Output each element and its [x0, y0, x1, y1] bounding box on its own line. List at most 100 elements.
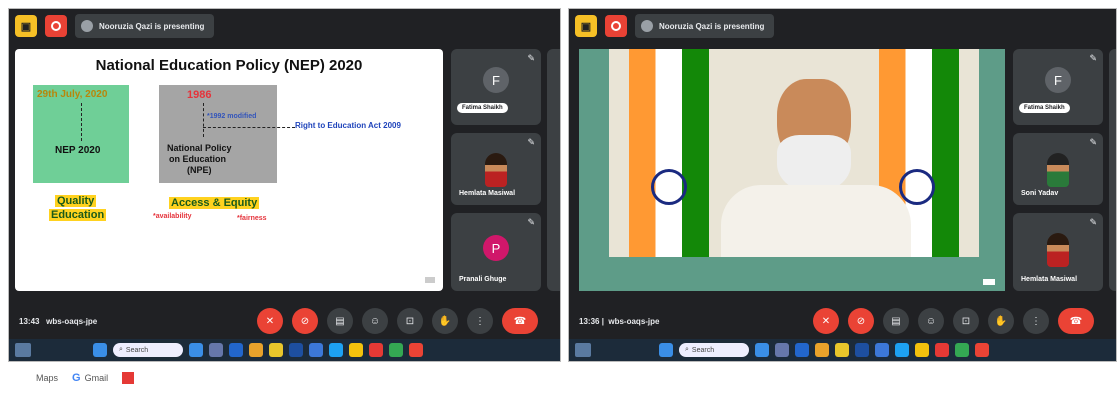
present-button[interactable]: ⊡ — [397, 308, 423, 334]
app-icon[interactable] — [895, 343, 909, 357]
video-frame — [609, 49, 979, 257]
app-icon[interactable] — [309, 343, 323, 357]
control-bar: 13:43 wbs-oaqs-jpe ✕ ⊘ ▤ ☺ ⊡ ✋ ⋮ ☎ — [9, 299, 560, 343]
more-options-button[interactable]: ⋮ — [467, 308, 493, 334]
app-icon[interactable] — [975, 343, 989, 357]
modified-label: *1992 modified — [207, 113, 257, 120]
pin-icon[interactable]: ✎ — [527, 137, 535, 148]
app-icon[interactable] — [389, 343, 403, 357]
emoji-button[interactable]: ☺ — [362, 308, 388, 334]
bookmark-gmail[interactable]: G Gmail — [72, 372, 108, 384]
app-icon[interactable] — [249, 343, 263, 357]
app-icon[interactable] — [229, 343, 243, 357]
avatar: F — [483, 67, 509, 93]
pin-icon[interactable]: ✎ — [527, 217, 535, 228]
app-icon[interactable] — [915, 343, 929, 357]
end-call-button[interactable]: ☎ — [1058, 308, 1094, 334]
control-bar: 13:36 | wbs-oaqs-jpe ✕ ⊘ ▤ ☺ ⊡ ✋ ⋮ ☎ — [569, 299, 1116, 343]
app-icon[interactable] — [835, 343, 849, 357]
app-icon[interactable] — [409, 343, 423, 357]
npe-line-2: on Education — [169, 154, 226, 164]
participant-tile[interactable]: ✎ F Fatima Shaikh — [451, 49, 541, 125]
presenting-chip[interactable]: Nooruzia Qazi is presenting — [75, 14, 215, 38]
raise-hand-button[interactable]: ✋ — [988, 308, 1014, 334]
fairness-label: *fairness — [237, 215, 267, 222]
speaker-body — [721, 185, 911, 257]
avatar: F — [1045, 67, 1071, 93]
weather-icon[interactable] — [575, 343, 591, 357]
taskbar-icons: ⌕ Search — [93, 343, 423, 357]
participant-tile[interactable]: ✎ Hemlata Masiwal — [1013, 213, 1103, 291]
windows-start-icon[interactable] — [659, 343, 673, 357]
camera-off-button[interactable]: ⊘ — [292, 308, 318, 334]
participant-tile[interactable]: ✎ P Pranali Ghuge — [451, 213, 541, 291]
participant-tile[interactable]: ✎ Soni Yadav — [1013, 133, 1103, 205]
app-icon[interactable] — [795, 343, 809, 357]
raise-hand-button[interactable]: ✋ — [432, 308, 458, 334]
pin-icon[interactable]: ✎ — [1089, 53, 1097, 64]
mic-off-button[interactable]: ✕ — [257, 308, 283, 334]
pin-icon[interactable]: ✎ — [527, 53, 535, 64]
app-icon[interactable] — [775, 343, 789, 357]
app-icon[interactable] — [329, 343, 343, 357]
quality-label-2: Education — [49, 209, 107, 221]
app-icon[interactable] — [955, 343, 969, 357]
participant-tile[interactable]: ✎ F Fatima Shaikh — [1013, 49, 1103, 125]
app-icon[interactable] — [209, 343, 223, 357]
app-icon[interactable] — [369, 343, 383, 357]
record-icon[interactable] — [45, 15, 67, 37]
taskbar-search[interactable]: ⌕ Search — [113, 343, 183, 357]
call-buttons: ✕ ⊘ ▤ ☺ ⊡ ✋ ⋮ ☎ — [257, 308, 538, 334]
participant-photo — [1047, 233, 1069, 267]
pin-icon[interactable]: ✎ — [1089, 137, 1097, 148]
record-icon[interactable] — [605, 15, 627, 37]
pin-icon[interactable]: ✎ — [1089, 217, 1097, 228]
windows-start-icon[interactable] — [93, 343, 107, 357]
bookmarks-bar: Maps G Gmail — [36, 372, 135, 384]
time-value: 13:36 — [579, 316, 600, 326]
app-icon[interactable] — [189, 343, 203, 357]
date-label: 29th July, 2020 — [37, 89, 108, 100]
app-icon[interactable] — [875, 343, 889, 357]
weather-icon[interactable] — [15, 343, 31, 357]
taskbar-icons: ⌕ Search — [659, 343, 989, 357]
participant-name: Soni Yadav — [1021, 190, 1059, 197]
bookmark-maps[interactable]: Maps — [36, 373, 58, 383]
quality-line-2: Education — [49, 209, 107, 221]
more-options-button[interactable]: ⋮ — [1023, 308, 1049, 334]
video-watermark — [983, 279, 995, 285]
emoji-button[interactable]: ☺ — [918, 308, 944, 334]
participant-photo — [485, 153, 507, 187]
captions-button[interactable]: ▤ — [883, 308, 909, 334]
availability-label: *availability — [153, 213, 192, 220]
end-call-button[interactable]: ☎ — [502, 308, 538, 334]
shared-slide: National Education Policy (NEP) 2020 29t… — [15, 49, 443, 291]
participant-tile[interactable]: ✎ Hemlata Masiwal — [451, 133, 541, 205]
participant-tile-partial[interactable] — [1109, 49, 1116, 291]
present-button[interactable]: ⊡ — [953, 308, 979, 334]
app-icon[interactable] — [349, 343, 363, 357]
search-icon: ⌕ — [119, 346, 123, 353]
taskbar-search[interactable]: ⌕ Search — [679, 343, 749, 357]
windows-taskbar: ⌕ Search — [569, 339, 1116, 361]
presenting-label: Nooruzia Qazi is presenting — [659, 21, 765, 31]
app-icon[interactable] — [755, 343, 769, 357]
npe-line-3: (NPE) — [187, 165, 212, 175]
app-icon[interactable] — [815, 343, 829, 357]
participant-tile-partial[interactable] — [547, 49, 560, 291]
dash-line — [203, 103, 204, 137]
app-icon[interactable] — [855, 343, 869, 357]
mic-off-button[interactable]: ✕ — [813, 308, 839, 334]
bookmark-icon[interactable] — [122, 372, 135, 384]
app-icon[interactable] — [289, 343, 303, 357]
captions-button[interactable]: ▤ — [327, 308, 353, 334]
access-text: Access & Equity — [169, 197, 260, 209]
left-meet-window: ▣ Nooruzia Qazi is presenting National E… — [8, 8, 561, 362]
presenter-avatar — [641, 20, 653, 32]
app-icon[interactable] — [269, 343, 283, 357]
flag — [629, 49, 709, 257]
camera-off-button[interactable]: ⊘ — [848, 308, 874, 334]
search-icon: ⌕ — [685, 346, 689, 353]
app-icon[interactable] — [935, 343, 949, 357]
presenting-chip[interactable]: Nooruzia Qazi is presenting — [635, 14, 775, 38]
